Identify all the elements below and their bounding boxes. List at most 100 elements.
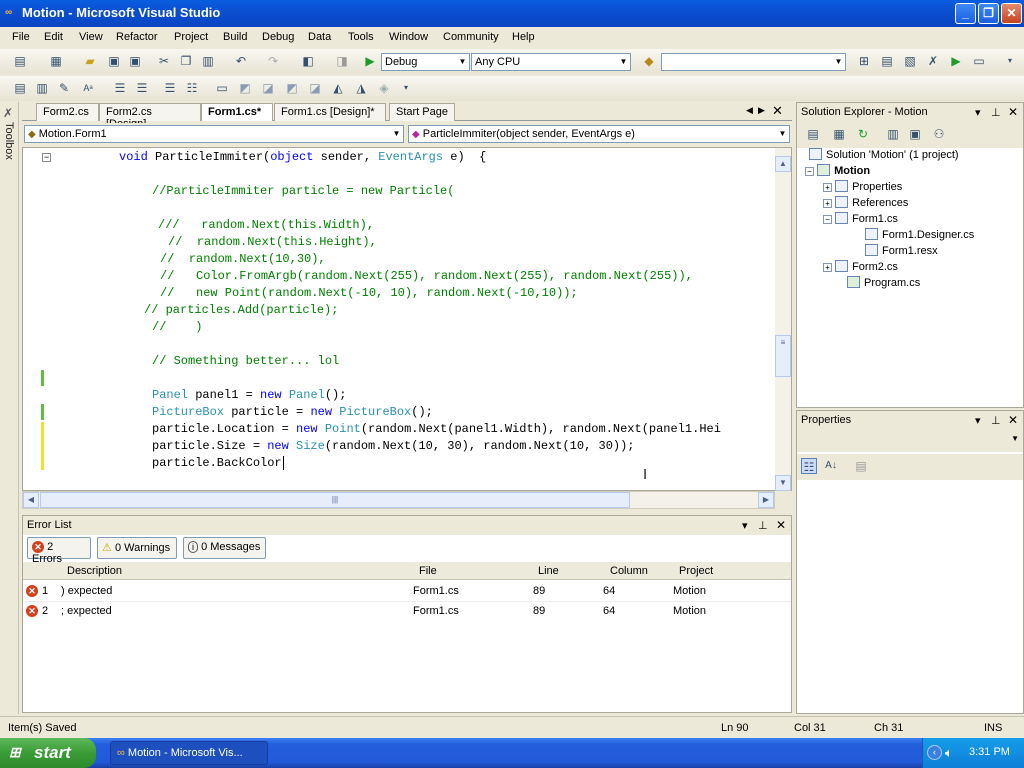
- view-code-icon[interactable]: ▥: [885, 126, 901, 142]
- redo-icon[interactable]: ↷: [265, 53, 281, 69]
- parameter-info-icon[interactable]: ▥: [34, 80, 50, 96]
- class-combo[interactable]: ◆ Motion.Form1 ▼: [24, 125, 404, 143]
- complete-word-icon[interactable]: Aᵃ: [80, 80, 96, 96]
- tab-form1-cs[interactable]: Form1.cs*: [201, 103, 273, 121]
- quick-info-icon[interactable]: ✎: [56, 80, 72, 96]
- horizontal-scroll-thumb[interactable]: |||: [40, 492, 630, 508]
- undo-icon[interactable]: ↶: [233, 53, 249, 69]
- prev-bookmark-doc-icon[interactable]: ◭: [330, 80, 346, 96]
- object-select[interactable]: ▼: [797, 430, 1023, 452]
- menu-data[interactable]: Data: [308, 31, 331, 43]
- code-editor[interactable]: − void ParticleImmiter(object sender, Ev…: [22, 147, 792, 491]
- menu-help[interactable]: Help: [512, 31, 535, 43]
- save-all-icon[interactable]: ▣: [127, 53, 143, 69]
- warnings-filter-button[interactable]: ⚠ 0 Warnings: [97, 537, 177, 559]
- tree-item-program[interactable]: Program.cs: [847, 276, 920, 289]
- object-browser-icon[interactable]: ▧: [902, 53, 918, 69]
- new-project-icon[interactable]: ▤: [12, 53, 28, 69]
- collapse-icon[interactable]: −: [823, 215, 832, 224]
- navigate-backward-icon[interactable]: ◧: [300, 53, 316, 69]
- indent-icon[interactable]: ☰: [134, 80, 150, 96]
- expand-icon[interactable]: +: [823, 183, 832, 192]
- table-row[interactable]: ✕ 2 ; expected Form1.cs 89 64 Motion: [23, 602, 791, 622]
- toggle-bookmark-icon[interactable]: ▭: [214, 80, 230, 96]
- scroll-left-icon[interactable]: ◀: [23, 492, 39, 508]
- clock[interactable]: 3:31 PM: [969, 746, 1010, 758]
- column-header-file[interactable]: File: [411, 562, 530, 580]
- auto-hide-pin-icon[interactable]: ⊥: [991, 414, 1001, 427]
- comment-icon[interactable]: ☰: [162, 80, 178, 96]
- clear-bookmarks-icon[interactable]: ◈: [376, 80, 392, 96]
- open-folder-icon[interactable]: ▰: [82, 53, 98, 69]
- messages-filter-button[interactable]: i 0 Messages: [183, 537, 266, 559]
- properties-icon[interactable]: ▤: [805, 126, 821, 142]
- member-combo[interactable]: ◆ ParticleImmiter(object sender, EventAr…: [408, 125, 790, 143]
- scroll-right-icon[interactable]: ▶: [758, 492, 774, 508]
- start-debugging-icon[interactable]: ▶: [362, 53, 378, 69]
- tree-item-references[interactable]: + References: [823, 196, 908, 209]
- menu-refactor[interactable]: Refactor: [116, 31, 158, 43]
- speaker-icon[interactable]: 🔈︎: [945, 745, 953, 761]
- maximize-button[interactable]: ❐: [978, 3, 999, 24]
- member-list-icon[interactable]: ▤: [12, 80, 28, 96]
- menu-debug[interactable]: Debug: [262, 31, 294, 43]
- copy-icon[interactable]: ❐: [178, 53, 194, 69]
- close-document-icon[interactable]: ✕: [772, 103, 783, 119]
- horizontal-scrollbar[interactable]: ◀ ||| ▶: [22, 491, 775, 509]
- refresh-icon[interactable]: ↻: [855, 126, 871, 142]
- window-position-icon[interactable]: ▾: [975, 106, 981, 119]
- platform-select[interactable]: Any CPU ▼: [471, 53, 631, 71]
- toolbox-icon[interactable]: ✗: [925, 53, 941, 69]
- menu-project[interactable]: Project: [174, 31, 208, 43]
- menu-tools[interactable]: Tools: [348, 31, 374, 43]
- errors-filter-button[interactable]: ✕ 2 Errors: [27, 537, 91, 565]
- column-header-column[interactable]: Column: [600, 562, 670, 580]
- next-bookmark-folder-icon[interactable]: ◪: [307, 80, 323, 96]
- minimize-button[interactable]: _: [955, 3, 976, 24]
- tab-form1-design[interactable]: Form1.cs [Design]*: [274, 103, 386, 121]
- close-panel-icon[interactable]: ✕: [1008, 105, 1018, 119]
- save-icon[interactable]: ▣: [106, 53, 122, 69]
- show-all-files-icon[interactable]: ▦: [831, 126, 847, 142]
- close-panel-icon[interactable]: ✕: [1008, 413, 1018, 427]
- collapse-icon[interactable]: −: [805, 167, 814, 176]
- tab-scroll-right-icon[interactable]: ▶: [758, 105, 765, 116]
- collapse-region-icon[interactable]: −: [42, 153, 51, 162]
- categorized-icon[interactable]: ☷: [801, 458, 817, 474]
- prev-bookmark-folder-icon[interactable]: ◩: [284, 80, 300, 96]
- paste-icon[interactable]: ▥: [200, 53, 216, 69]
- toolbar-options-icon[interactable]: ▾: [398, 80, 414, 96]
- alphabetical-icon[interactable]: A↓: [823, 458, 839, 474]
- expand-icon[interactable]: +: [823, 263, 832, 272]
- taskbar-item-visual-studio[interactable]: ∞ Motion - Microsoft Vis...: [110, 741, 268, 765]
- expand-icon[interactable]: +: [823, 199, 832, 208]
- tree-item-form1[interactable]: − Form1.cs: [823, 212, 898, 225]
- auto-hide-pin-icon[interactable]: ⊥: [991, 106, 1001, 119]
- menu-edit[interactable]: Edit: [44, 31, 63, 43]
- next-bookmark-icon[interactable]: ◪: [260, 80, 276, 96]
- tree-item-project[interactable]: − Motion: [805, 164, 870, 177]
- properties-window-icon[interactable]: ▤: [879, 53, 895, 69]
- find-combo[interactable]: ▼: [661, 53, 846, 71]
- toolbar-options-icon[interactable]: ▾: [1002, 53, 1018, 69]
- navigate-forward-icon[interactable]: ◨: [334, 53, 350, 69]
- close-panel-icon[interactable]: ✕: [776, 518, 786, 532]
- column-header-line[interactable]: Line: [530, 562, 600, 580]
- scroll-down-icon[interactable]: ▼: [775, 475, 791, 491]
- outdent-icon[interactable]: ☰: [112, 80, 128, 96]
- menu-file[interactable]: File: [12, 31, 30, 43]
- show-hidden-icons-icon[interactable]: ‹: [927, 745, 942, 760]
- start-button[interactable]: ⊞ start: [0, 738, 96, 768]
- auto-hide-pin-icon[interactable]: ⊥: [758, 519, 768, 532]
- close-button[interactable]: ✕: [1001, 3, 1022, 24]
- vertical-scrollbar[interactable]: ▲ ≡ ▼: [775, 148, 791, 491]
- window-position-icon[interactable]: ▾: [742, 519, 748, 532]
- tab-form2-design[interactable]: Form2.cs [Design]: [99, 103, 201, 130]
- tree-item-solution[interactable]: Solution 'Motion' (1 project): [809, 148, 959, 161]
- column-header-project[interactable]: Project: [670, 562, 791, 580]
- previous-bookmark-icon[interactable]: ◩: [237, 80, 253, 96]
- tree-item-form1-resx[interactable]: Form1.resx: [865, 244, 938, 257]
- tree-item-form1-designer[interactable]: Form1.Designer.cs: [865, 228, 974, 241]
- solution-explorer-icon[interactable]: ⊞: [856, 53, 872, 69]
- tab-start-page[interactable]: Start Page: [389, 103, 455, 121]
